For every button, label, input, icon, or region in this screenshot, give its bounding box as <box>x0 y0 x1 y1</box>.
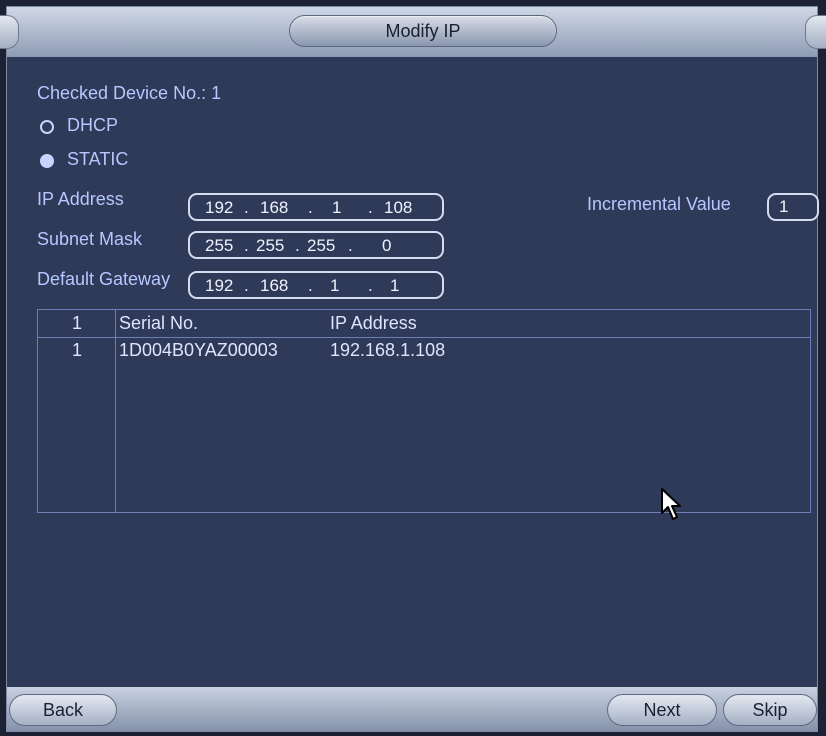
ip-separator-1: . <box>244 198 249 217</box>
ip-octet-4[interactable]: 108 <box>384 198 412 218</box>
titlebar-left-cap <box>0 15 19 49</box>
default-gateway-label: Default Gateway <box>37 269 171 289</box>
mask-octet-3[interactable]: 255 <box>307 236 335 256</box>
modify-ip-dialog: Modify IP Checked Device No.: 1 DHCP STA… <box>0 6 826 732</box>
incremental-value-field[interactable]: 1 <box>767 193 819 221</box>
next-button[interactable]: Next <box>607 694 717 726</box>
title-bar: Modify IP <box>0 7 826 57</box>
static-label[interactable]: STATIC <box>67 149 128 170</box>
checked-device-label: Checked Device No.: 1 <box>37 83 222 103</box>
device-table: 1 Serial No. IP Address 1 1D004B0YAZ0000… <box>37 309 811 513</box>
dialog-title: Modify IP <box>289 15 557 47</box>
table-column-divider <box>115 310 116 512</box>
gw-octet-3[interactable]: 1 <box>330 276 339 296</box>
mask-octet-4[interactable]: 0 <box>382 236 391 256</box>
table-header-serial: Serial No. <box>119 313 199 333</box>
ip-address-label: IP Address <box>37 189 124 209</box>
row-ip: 192.168.1.108 <box>330 340 446 360</box>
table-header-divider <box>38 337 810 338</box>
titlebar-right-cap <box>805 15 826 49</box>
gw-octet-1[interactable]: 192 <box>205 276 233 296</box>
ip-octet-1[interactable]: 192 <box>205 198 233 218</box>
default-gateway-field[interactable]: 192 . 168 . 1 . 1 <box>188 271 444 299</box>
mouse-pointer-icon <box>661 488 681 520</box>
gw-octet-4[interactable]: 1 <box>390 276 399 296</box>
ip-octet-3[interactable]: 1 <box>332 198 341 218</box>
table-header-index: 1 <box>72 313 83 333</box>
incremental-value-label: Incremental Value <box>587 194 731 214</box>
subnet-mask-label: Subnet Mask <box>37 229 143 249</box>
ip-address-field[interactable]: 192 . 168 . 1 . 108 <box>188 193 444 221</box>
row-index: 1 <box>72 340 83 360</box>
ip-separator-3: . <box>368 198 373 217</box>
footer-bar: Back Next Skip <box>7 687 817 731</box>
gw-separator-3: . <box>368 276 373 295</box>
mask-separator-1: . <box>244 236 249 255</box>
row-serial: 1D004B0YAZ00003 <box>119 340 278 360</box>
skip-button[interactable]: Skip <box>723 694 817 726</box>
ip-octet-2[interactable]: 168 <box>260 198 288 218</box>
gw-separator-1: . <box>244 276 249 295</box>
mask-separator-2: . <box>295 236 300 255</box>
mask-octet-2[interactable]: 255 <box>256 236 284 256</box>
subnet-mask-field[interactable]: 255 . 255 . 255 . 0 <box>188 231 444 259</box>
dhcp-label[interactable]: DHCP <box>67 115 118 136</box>
mask-octet-1[interactable]: 255 <box>205 236 233 256</box>
gw-octet-2[interactable]: 168 <box>260 276 288 296</box>
gw-separator-2: . <box>308 276 313 295</box>
static-radio[interactable] <box>40 154 54 168</box>
table-header-ip: IP Address <box>330 313 417 333</box>
mask-separator-3: . <box>348 236 353 255</box>
back-button[interactable]: Back <box>9 694 117 726</box>
dhcp-radio[interactable] <box>40 120 54 134</box>
ip-separator-2: . <box>308 198 313 217</box>
